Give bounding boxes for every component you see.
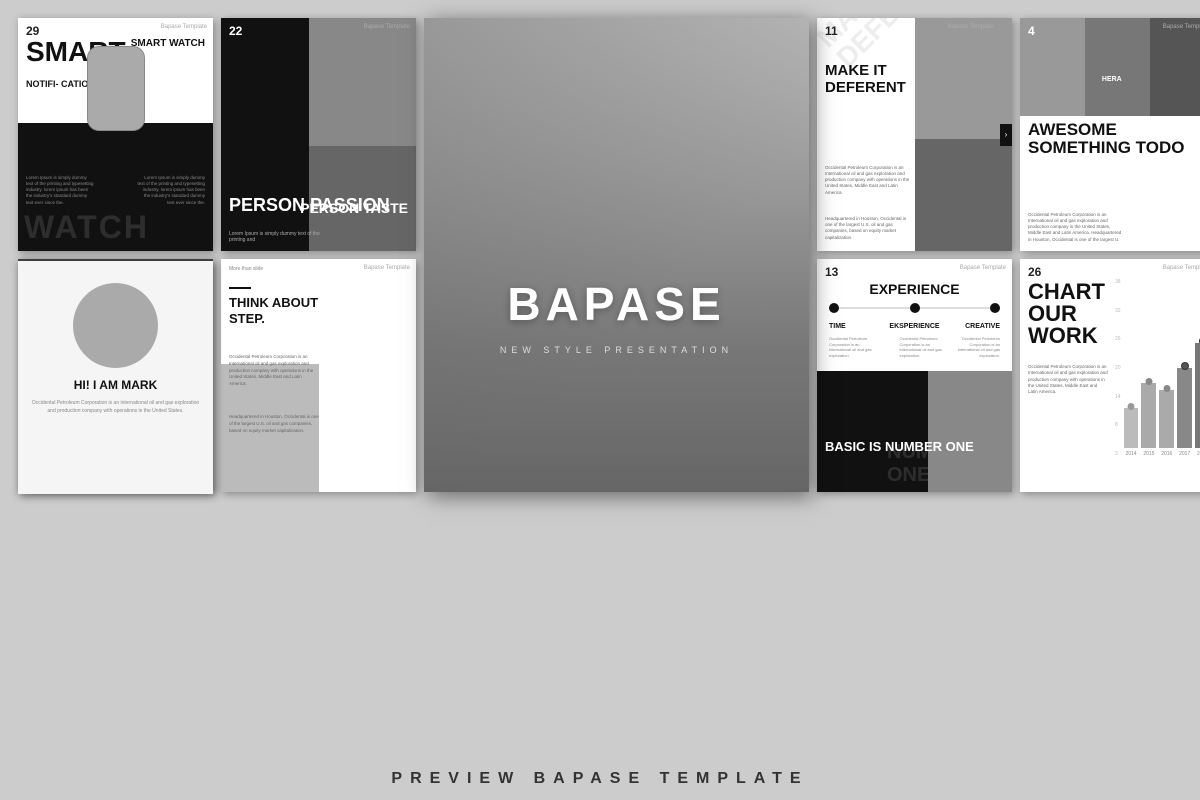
slide-awesome: 4 Bapase Template HERA BAPASE AWESOME SO… [1020,18,1200,251]
center-photo-bg: | | BAPASE NEW STYLE PRESENTATION [424,18,809,492]
slide-mark-circle [73,283,158,368]
y-label-6: 8 [1115,422,1121,428]
bar-2017 [1177,368,1192,448]
slide-11-body1: Occidental Petroleum Corporation is an I… [825,165,910,196]
slide-awesome-num: 4 [1028,24,1035,38]
center-subtitle: NEW STYLE PRESENTATION [500,345,733,355]
chart-bars: 2014 2015 2016 [1124,279,1200,472]
slide-11-photo1 [915,18,1013,139]
bar-2015 [1141,383,1156,448]
slide-think-bar [229,287,251,289]
bar-label-2017: 2017 [1179,451,1190,457]
slide-22-num: 22 [229,24,242,38]
slide-exp-photo [928,371,1012,492]
bar-col-2016: 2016 [1159,390,1174,457]
slide-22-body: Lorem Ipsum is simply dummy text of the … [229,231,329,243]
center-title: BAPASE [507,277,725,331]
slide-29-body1: Lorem Ipsum is simply dummy text of the … [26,175,94,206]
slide-awesome-body: Occidental Petroleum Corporation is an I… [1028,212,1123,243]
slide-mark: HI! I AM MARK Occidental Petroleum Corpo… [18,261,213,494]
slide-awesome-p3 [1150,18,1200,116]
slide-mark-body: Occidental Petroleum Corporation is an i… [30,400,201,415]
slide-29-num: 29 [26,24,39,38]
slide-exp-title: EXPERIENCE [817,281,1012,297]
bar-col-2014: 2014 [1124,408,1139,457]
slide-exp-t3: CREATIVE [965,323,1000,330]
slide-chart-template: Bapase Template [1163,265,1200,271]
slide-think-more: More than slide [229,266,263,272]
slide-11-heading: MAKE IT DEFERENT [825,63,915,96]
slide-awesome-title: AWESOME SOMETHING TODO [1028,121,1200,158]
bar-col-2015: 2015 [1141,383,1156,457]
bar-dot-2015 [1145,378,1152,385]
slide-exp-dot2 [910,303,920,313]
bar-2014 [1124,408,1139,448]
bar-dot-2016 [1163,385,1170,392]
slide-22-photo1 [309,18,416,146]
slide-chart-body: Occidental Petroleum Corporation is an I… [1028,364,1108,395]
bar-label-2016: 2016 [1161,451,1172,457]
slide-think-body1: Occidental Petroleum Corporation is an I… [229,354,319,388]
slide-exp-timeline [829,307,1000,309]
slide-29-sw: SMART WATCH [131,38,205,50]
bottom-label: PREVIEW BAPASE TEMPLATE [0,770,1200,788]
y-label-7: 3 [1115,451,1121,457]
slide-11: 11 Bapase Template MAKE IT DEFE- RENT MA… [817,18,1012,251]
bar-label-2014: 2014 [1125,451,1136,457]
slide-11-arrow: › [1000,124,1012,146]
slide-11-template: Bapase Template [948,24,994,30]
slide-29-watch-img [87,46,145,131]
slide-chart: 26 Bapase Template CHART OUR WORK Occide… [1020,259,1200,492]
slide-mark-hi: HI! I AM MARK [18,378,213,392]
slide-exp-basic: BASIC IS NUMBER ONE [825,440,974,454]
slide-11-photo2 [915,139,1013,251]
slide-22-taste: PERSON TASTE [300,201,408,216]
bar-col-2017: 2017 [1177,368,1192,457]
slide-chart-title: CHART OUR WORK [1028,281,1128,347]
slide-think-body2: Headquartered in Houston, Occidental is … [229,414,319,434]
slide-think-template: Bapase Template [364,265,410,271]
slide-think: More than slide Bapase Template THINK AB… [221,259,416,492]
bar-label-2015: 2015 [1143,451,1154,457]
slide-29: 29 Bapase Template SMART NOTIFI- CATION … [18,18,213,251]
slide-22-template: Bapase Template [364,24,410,30]
slide-awesome-photos [1020,18,1200,116]
slide-exp-num: 13 [825,265,838,279]
slide-exp-b2: Occidental Petroleum Corporation is an i… [900,336,952,358]
slide-exp-t1: TIME [829,323,846,330]
y-label-4: 20 [1115,365,1121,371]
slide-29-watermark: WATCH [24,209,149,246]
bar-2016 [1159,390,1174,448]
slide-center: | | BAPASE NEW STYLE PRESENTATION [424,18,809,492]
slide-22: 22 Bapase Template PERSON PASSION PERSON… [221,18,416,251]
slide-29-notif: NOTIFI- CATION [26,80,95,90]
slide-awesome-hera: HERA [1102,76,1122,83]
slide-exp-dot3 [990,303,1000,313]
slide-exp-b1: Occidental Petroleum Corporation is an I… [829,336,881,358]
slide-exp-t2: EKSPERIENCE [889,323,939,330]
slide-11-body2: Headquartered in Houston, Occidental is … [825,216,910,241]
slide-11-num: 11 [825,24,838,38]
bar-2018 [1195,343,1200,448]
slide-29-body2: Lorem Ipsum is simply dummy text of the … [137,175,205,206]
y-label-5: 14 [1115,394,1121,400]
slide-awesome-p2 [1085,18,1150,116]
slide-29-template: Bapase Template [161,24,207,30]
slide-awesome-template: Bapase Template [1163,24,1200,30]
bar-col-2018: 2018 [1195,343,1200,457]
slide-exp-dot1 [829,303,839,313]
center-person [424,18,809,492]
slide-chart-num: 26 [1028,265,1041,279]
slide-exp: 13 Bapase Template EXPERIENCE TIME EKSPE… [817,259,1012,492]
slide-think-heading: THINK ABOUT STEP. [229,295,329,326]
page-container: 29 Bapase Template SMART NOTIFI- CATION … [0,0,1200,800]
slide-exp-template: Bapase Template [960,265,1006,271]
bar-dot-2014 [1128,403,1135,410]
slide-exp-b3: Occidental Petroleum Corporation is an i… [948,336,1000,358]
bar-dot-2017 [1181,362,1189,370]
